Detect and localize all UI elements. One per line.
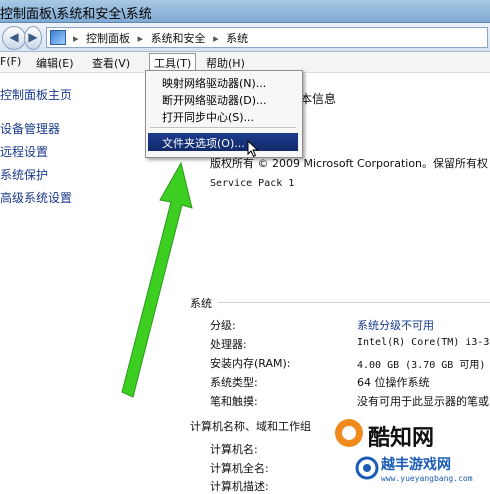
watermark-yuefeng-text: 越丰游戏网: [381, 457, 451, 473]
sidebar-link-system-protection[interactable]: 系统保护: [0, 166, 48, 183]
control-panel-icon: [50, 30, 66, 45]
title-bar: 控制面板\系统和安全\系统: [0, 0, 490, 23]
processor-label: 处理器:: [210, 338, 247, 351]
service-pack-text: Service Pack 1: [210, 178, 295, 189]
computer-fullname-label: 计算机全名:: [210, 462, 269, 475]
window-title: 控制面板\系统和安全\系统: [0, 7, 152, 22]
watermark-kuzhi-text: 酷知网: [368, 425, 435, 451]
computer-section-heading: 计算机名称、域和工作组: [190, 420, 311, 433]
address-field[interactable]: ▸ 控制面板 ▸ 系统和安全 ▸ 系统: [46, 27, 488, 48]
edition-heading: 本信息: [300, 92, 337, 106]
menu-item-folder-options-label: 文件夹选项(O)...: [162, 137, 245, 150]
system-type-label: 系统类型:: [210, 376, 258, 389]
tools-dropdown-menu: 映射网络驱动器(N)... 断开网络驱动器(D)... 打开同步中心(S)...…: [145, 70, 303, 158]
menu-item-map-drive[interactable]: 映射网络驱动器(N)...: [162, 75, 266, 91]
breadcrumb-system[interactable]: 系统: [226, 32, 248, 45]
sidebar-link-advanced-settings[interactable]: 高级系统设置: [0, 189, 72, 206]
pen-touch-value: 没有可用于此显示器的笔或: [357, 395, 489, 408]
system-divider: [218, 302, 490, 303]
breadcrumb-separator: ▸: [213, 32, 219, 45]
sidebar-link-device-manager[interactable]: 设备管理器: [0, 120, 60, 137]
pen-touch-label: 笔和触摸:: [210, 395, 258, 408]
system-section-heading: 系统: [190, 297, 212, 310]
menu-item-disconnect-drive[interactable]: 断开网络驱动器(D)...: [162, 92, 267, 108]
menu-view[interactable]: 查看(V): [92, 55, 130, 71]
breadcrumb-separator: ▸: [137, 32, 144, 45]
yuefeng-logo-icon: [355, 456, 379, 480]
watermark-kuzhi: 酷知网: [330, 416, 490, 452]
processor-value: Intel(R) Core(TM) i3-32: [357, 337, 490, 348]
breadcrumb-separator: ▸: [73, 32, 79, 45]
rating-label: 分级:: [210, 319, 236, 332]
computer-name-label: 计算机名:: [210, 443, 258, 456]
breadcrumb-control-panel[interactable]: 控制面板: [86, 32, 130, 45]
sidebar-home-link[interactable]: 控制面板主页: [0, 86, 72, 103]
menu-item-sync-center[interactable]: 打开同步中心(S)...: [162, 109, 254, 125]
menu-help[interactable]: 帮助(H): [206, 55, 245, 71]
watermark-yuefeng: 越丰游戏网 www.yueyangbang.com: [355, 452, 490, 490]
ram-value: 4.00 GB (3.70 GB 可用): [357, 360, 486, 371]
mouse-cursor-icon: [247, 140, 259, 158]
ram-label: 安装内存(RAM):: [210, 357, 291, 370]
menu-file[interactable]: F(F): [0, 55, 21, 68]
address-bar: ◀ ▶ ▸ 控制面板 ▸ 系统和安全 ▸ 系统: [0, 23, 490, 52]
breadcrumb: ▸ 控制面板 ▸ 系统和安全 ▸ 系统: [69, 30, 248, 46]
back-button[interactable]: ◀: [2, 26, 26, 50]
watermark-yuefeng-url: www.yueyangbang.com: [381, 474, 473, 483]
breadcrumb-system-security[interactable]: 系统和安全: [151, 32, 206, 45]
computer-description-label: 计算机描述:: [210, 480, 269, 493]
menu-item-folder-options[interactable]: 文件夹选项(O)...: [148, 133, 298, 151]
menu-edit[interactable]: 编辑(E): [36, 55, 74, 71]
system-type-value: 64 位操作系统: [357, 376, 430, 389]
menu-separator: [150, 127, 296, 128]
kuzhi-logo-icon: [335, 419, 363, 447]
forward-button[interactable]: ▶: [24, 26, 42, 50]
rating-value[interactable]: 系统分级不可用: [357, 317, 434, 333]
sidebar-link-remote-settings[interactable]: 远程设置: [0, 143, 48, 160]
